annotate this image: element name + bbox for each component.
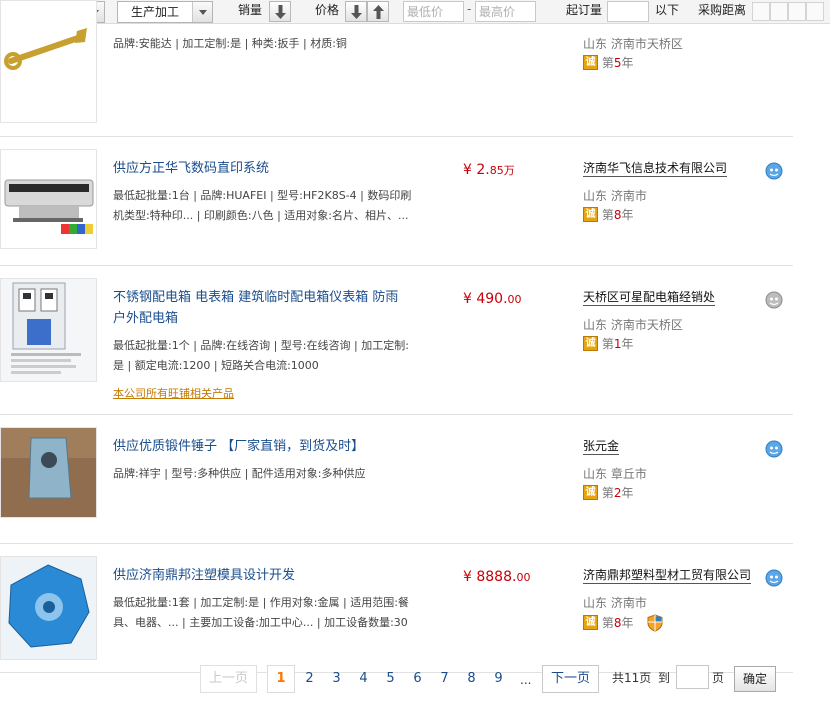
product-price: ¥ 8888.00 [463, 569, 530, 585]
product-thumbnail[interactable] [0, 149, 97, 249]
company-location: 山东 济南市天桥区 [583, 318, 683, 332]
product-title[interactable]: 供应方正华飞数码直印系统 [113, 159, 453, 179]
years-prefix: 第 [601, 486, 614, 500]
years-prefix: 第 [601, 208, 614, 222]
page-unit-label: 页 [712, 671, 725, 685]
price-decimal: 00 [507, 293, 522, 306]
product-attrs: 品牌:安能达 | 加工定制:是 | 种类:扳手 | 材质:铜 [113, 37, 347, 50]
chengxin-icon: 诚 [583, 207, 598, 222]
company-link[interactable]: 张元金 [583, 438, 620, 455]
goto-confirm-button[interactable]: 确定 [734, 666, 776, 692]
list-item: 供应方正华飞数码直印系统 最低起批量:1台 | 品牌:HUAFEI | 型号:H… [0, 137, 793, 266]
wangwang-online-icon[interactable] [765, 569, 783, 587]
years-prefix: 第 [601, 337, 614, 351]
company-link[interactable]: 天桥区可星配电箱经销处 [583, 289, 716, 306]
chengxin-years: 诚 第5年 [583, 55, 634, 71]
years-prefix: 第 [601, 56, 614, 70]
printer-image [1, 150, 96, 248]
years-suffix: 年 [621, 486, 634, 500]
company-link[interactable]: 济南华飞信息技术有限公司 [583, 160, 728, 177]
forged-part-image [1, 428, 96, 517]
mold-part-image [1, 557, 96, 659]
price-main: 8888. [471, 569, 517, 585]
wangwang-offline-icon[interactable] [765, 291, 783, 309]
list-item: 品牌:安能达 | 加工定制:是 | 种类:扳手 | 材质:铜 山东 济南市天桥区… [0, 0, 793, 137]
product-attrs: 最低起批量:1台 | 品牌:HUAFEI | 型号:HF2K8S-4 | 数码印… [113, 189, 412, 202]
years-suffix: 年 [621, 208, 634, 222]
page-4[interactable]: 4 [350, 665, 377, 693]
page-8[interactable]: 8 [458, 665, 485, 693]
product-thumbnail[interactable] [0, 427, 97, 518]
price-main: 2. [471, 162, 490, 178]
company-location: 山东 济南市 [583, 596, 647, 610]
company-location: 山东 章丘市 [583, 467, 647, 481]
company-location: 山东 济南市天桥区 [583, 37, 683, 51]
page-ellipsis: ... [520, 673, 532, 687]
chengxin-icon: 诚 [583, 485, 598, 500]
wrench-image [1, 1, 96, 122]
goto-label: 到 [658, 671, 671, 685]
company-link[interactable]: 济南鼎邦塑料型材工贸有限公司 [583, 567, 752, 584]
product-title[interactable]: 不锈钢配电箱 电表箱 建筑临时配电箱仪表箱 防雨 [113, 288, 453, 308]
price-decimal: 85万 [489, 164, 515, 177]
product-attrs: 最低起批量:1套 | 加工定制:是 | 作用对象:金属 | 适用范围:餐 [113, 596, 409, 609]
company-location: 山东 济南市 [583, 189, 647, 203]
chengxin-years: 诚 第1年 [583, 336, 634, 352]
wangwang-online-icon[interactable] [765, 162, 783, 180]
chengxin-years: 诚 第8年 [583, 615, 634, 631]
price-symbol: ¥ [463, 569, 472, 585]
related-products-link[interactable]: 本公司所有旺铺相关产品 [113, 385, 234, 401]
goto-page-input[interactable] [676, 665, 709, 689]
product-thumbnail[interactable] [0, 0, 97, 123]
pagination: 上一页 1 2 3 4 5 6 7 8 9 ... 下一页 共11页 到 页 确… [0, 650, 830, 707]
product-price: ¥ 490.00 [463, 291, 522, 307]
product-thumbnail[interactable] [0, 556, 97, 660]
product-attrs: 品牌:祥宇 | 型号:多种供应 | 配件适用对象:多种供应 [113, 467, 366, 480]
page-1[interactable]: 1 [267, 665, 295, 693]
distance-option[interactable] [806, 2, 824, 21]
page-5[interactable]: 5 [377, 665, 404, 693]
years-prefix: 第 [601, 616, 614, 630]
chengxin-icon: 诚 [583, 55, 598, 70]
next-page-button[interactable]: 下一页 [542, 665, 599, 693]
page-3[interactable]: 3 [323, 665, 350, 693]
product-attrs: 是 | 额定电流:1200 | 短路关合电流:1000 [113, 359, 319, 372]
product-thumbnail[interactable] [0, 278, 97, 382]
years-suffix: 年 [621, 337, 634, 351]
shield-icon[interactable] [647, 614, 663, 632]
price-symbol: ¥ [463, 162, 472, 178]
page-2[interactable]: 2 [296, 665, 323, 693]
chengxin-icon: 诚 [583, 615, 598, 630]
page-9[interactable]: 9 [485, 665, 512, 693]
chengxin-years: 诚 第2年 [583, 485, 634, 501]
product-attrs: 具、电器、... | 主要加工设备:加工中心... | 加工设备数量:30 [113, 616, 408, 629]
list-item: 不锈钢配电箱 电表箱 建筑临时配电箱仪表箱 防雨 户外配电箱 最低起批量:1个 … [0, 266, 793, 415]
product-attrs: 最低起批量:1个 | 品牌:在线咨询 | 型号:在线咨询 | 加工定制: [113, 339, 409, 352]
meter-box-image [1, 279, 96, 381]
total-pages: 共11页 [612, 671, 652, 685]
product-title[interactable]: 供应济南鼎邦注塑模具设计开发 [113, 566, 453, 586]
page-6[interactable]: 6 [404, 665, 431, 693]
product-attrs: 机类型:特种印... | 印刷颜色:八色 | 适用对象:名片、相片、... [113, 209, 409, 222]
chengxin-years: 诚 第8年 [583, 207, 634, 223]
chengxin-icon: 诚 [583, 336, 598, 351]
price-main: 490. [471, 291, 508, 307]
wangwang-online-icon[interactable] [765, 440, 783, 458]
years-suffix: 年 [621, 56, 634, 70]
page-7[interactable]: 7 [431, 665, 458, 693]
price-symbol: ¥ [463, 291, 472, 307]
price-decimal: 00 [516, 571, 531, 584]
prev-page-button[interactable]: 上一页 [200, 665, 257, 693]
list-item: 供应优质锻件锤子 【厂家直销，到货及时】 品牌:祥宇 | 型号:多种供应 | 配… [0, 415, 793, 544]
product-title-line2[interactable]: 户外配电箱 [113, 309, 453, 329]
product-title[interactable]: 供应优质锻件锤子 【厂家直销，到货及时】 [113, 437, 453, 457]
product-price: ¥ 2.85万 [463, 162, 515, 178]
years-suffix: 年 [621, 616, 634, 630]
